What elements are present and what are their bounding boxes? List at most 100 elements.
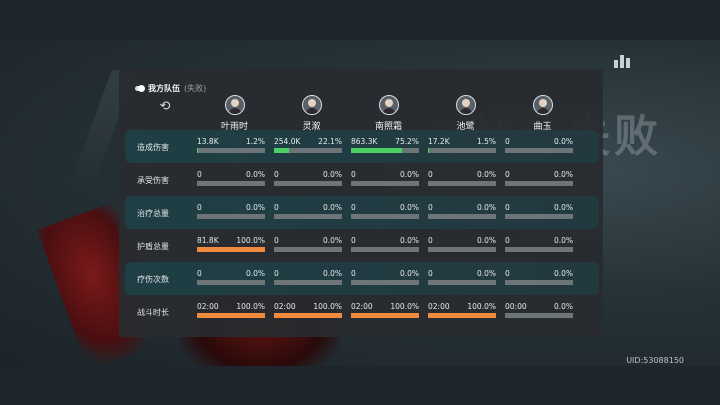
character-column-header: 池鹭: [427, 95, 504, 132]
progress-fill: [428, 148, 430, 153]
team-status: (失败): [184, 84, 207, 93]
stat-cell: 0 0.0%: [505, 137, 573, 153]
stat-cell: 0 0.0%: [351, 170, 419, 186]
stat-cell: 02:00 100.0%: [197, 302, 265, 318]
progress-bar: [428, 313, 496, 318]
stat-cell: 0 0.0%: [197, 203, 265, 219]
stat-percent: 0.0%: [476, 269, 496, 278]
stat-cell: 0 0.0%: [274, 203, 342, 219]
progress-bar: [351, 148, 419, 153]
stat-percent: 0.0%: [553, 302, 573, 311]
progress-bar: [428, 181, 496, 186]
progress-bar: [505, 280, 573, 285]
character-avatar[interactable]: [532, 95, 553, 115]
progress-bar: [351, 280, 419, 285]
stats-row: 承受伤害 0 0.0% 0 0.0% 0 0.0% 0 0.0% 0 0.0%: [119, 163, 603, 196]
stat-value: 0: [351, 236, 356, 245]
stat-cell: 0 0.0%: [351, 203, 419, 219]
progress-bar: [428, 280, 496, 285]
stat-cell: 0 0.0%: [428, 236, 496, 252]
progress-bar: [274, 247, 342, 252]
stat-percent: 100.0%: [236, 302, 265, 311]
top-letterbox: [0, 0, 720, 40]
stat-value: 81.8K: [197, 236, 219, 245]
progress-bar: [197, 214, 265, 219]
stat-cell: 00:00 0.0%: [505, 302, 573, 318]
stat-cell: 0 0.0%: [505, 269, 573, 285]
stat-percent: 0.0%: [553, 269, 573, 278]
character-column-header: 灵溆: [273, 95, 350, 132]
stat-value: 0: [505, 137, 510, 146]
stat-percent: 0.0%: [245, 203, 265, 212]
stat-percent: 0.0%: [322, 236, 342, 245]
character-avatar[interactable]: [301, 95, 322, 115]
stat-percent: 0.0%: [399, 170, 419, 179]
progress-fill: [274, 313, 342, 318]
stat-cell: 17.2K 1.5%: [428, 137, 496, 153]
stat-percent: 0.0%: [476, 203, 496, 212]
progress-fill: [351, 148, 403, 153]
character-avatar[interactable]: [378, 95, 399, 115]
progress-bar: [351, 247, 419, 252]
character-header: 叶雨时 灵溆 南照霜 池鹭 曲玉: [196, 95, 584, 132]
progress-bar: [197, 313, 265, 318]
stat-value: 0: [274, 236, 279, 245]
stat-value: 0: [351, 269, 356, 278]
progress-bar: [428, 214, 496, 219]
stat-value: 0: [351, 170, 356, 179]
progress-bar: [505, 214, 573, 219]
progress-bar: [428, 148, 496, 153]
stat-percent: 100.0%: [467, 302, 496, 311]
character-column-header: 叶雨时: [196, 95, 273, 132]
stats-row: 战斗时长 02:00 100.0% 02:00 100.0% 02:00 100.0% 02:…: [119, 295, 603, 328]
bottom-letterbox: [0, 366, 720, 405]
character-avatar[interactable]: [455, 95, 476, 115]
stats-row: 治疗总量 0 0.0% 0 0.0% 0 0.0% 0 0.0% 0 0.0%: [125, 196, 599, 229]
stat-percent: 0.0%: [245, 170, 265, 179]
stat-cell: 0 0.0%: [505, 236, 573, 252]
stat-cell: 863.3K 75.2%: [351, 137, 419, 153]
stat-label: 承受伤害: [137, 176, 169, 185]
stat-percent: 0.0%: [399, 236, 419, 245]
stat-cell: 0 0.0%: [274, 269, 342, 285]
stat-value: 0: [428, 203, 433, 212]
stat-value: 0: [505, 236, 510, 245]
character-avatar[interactable]: [224, 95, 245, 115]
stat-value: 17.2K: [428, 137, 450, 146]
stat-value: 02:00: [197, 302, 219, 311]
stat-cell: 0 0.0%: [197, 170, 265, 186]
bar-chart-icon[interactable]: [612, 52, 632, 68]
progress-bar: [197, 247, 265, 252]
toggle-icon[interactable]: [135, 85, 145, 92]
stat-cell: 02:00 100.0%: [351, 302, 419, 318]
stat-cell: 0 0.0%: [505, 203, 573, 219]
progress-bar: [274, 148, 342, 153]
stat-percent: 0.0%: [553, 137, 573, 146]
progress-bar: [197, 181, 265, 186]
stat-cell: 81.8K 100.0%: [197, 236, 265, 252]
progress-bar: [274, 313, 342, 318]
stat-value: 0: [428, 269, 433, 278]
stat-percent: 0.0%: [553, 236, 573, 245]
stat-value: 0: [274, 170, 279, 179]
character-column-header: 曲玉: [504, 95, 581, 132]
stat-percent: 0.0%: [399, 269, 419, 278]
stat-percent: 22.1%: [318, 137, 342, 146]
stat-value: 0: [197, 269, 202, 278]
progress-bar: [505, 181, 573, 186]
progress-fill: [351, 313, 419, 318]
stat-percent: 0.0%: [322, 269, 342, 278]
stat-value: 02:00: [274, 302, 296, 311]
player-uid: UID:53088150: [626, 356, 684, 365]
progress-bar: [274, 181, 342, 186]
progress-bar: [428, 247, 496, 252]
stat-cell: 0 0.0%: [428, 203, 496, 219]
progress-bar: [505, 247, 573, 252]
stat-cell: 0 0.0%: [505, 170, 573, 186]
stat-value: 0: [505, 269, 510, 278]
stats-row: 疗伤次数 0 0.0% 0 0.0% 0 0.0% 0 0.0% 0 0.0%: [125, 262, 599, 295]
switch-team-icon[interactable]: ⟲: [157, 99, 173, 115]
stat-value: 0: [505, 170, 510, 179]
stat-cell: 0 0.0%: [351, 236, 419, 252]
progress-fill: [197, 148, 198, 153]
